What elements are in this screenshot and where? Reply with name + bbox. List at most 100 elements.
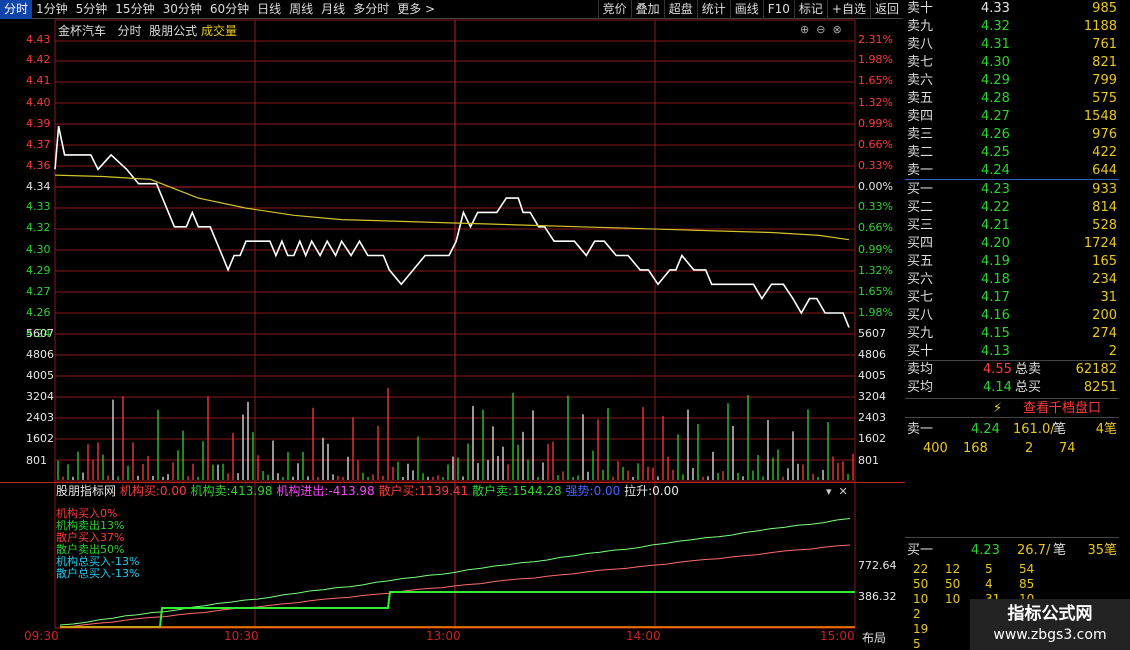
side-info-strip [1119,0,1130,650]
level-label: 买三 [907,218,934,233]
sell-level-row[interactable]: 卖八 4.31 761 [905,36,1119,54]
level-volume: 422 [1092,145,1117,160]
queue-item: 50 [913,577,929,591]
volume-axis-label: 801 [858,454,879,467]
level-volume: 821 [1092,55,1117,70]
buy-level-row[interactable]: 买六 4.18 234 [905,271,1119,289]
price-axis-label: 4.34 [26,180,51,193]
time-label: 13:00 [426,629,461,643]
queue-item: 74 [1059,441,1076,456]
queue-buy-row: 22 12 5 54 [905,562,1119,577]
queue-sell-label: 卖一 [907,422,934,437]
volume-axis-label: 5607 [858,327,886,340]
avg-sell-row: 卖均 4.55 总卖 62182 [905,361,1119,379]
level-price: 4.18 [981,272,1010,287]
queue-divider [905,537,1119,538]
inst-sell-label: 机构卖: [190,484,231,498]
price-axis-label: 4.37 [26,138,51,151]
level-price: 4.17 [981,290,1010,305]
level-label: 卖五 [907,91,934,106]
buy-level-row[interactable]: 买九 4.15 274 [905,325,1119,343]
queue-item: 4 [985,577,993,591]
volume-axis-label: 3204 [858,390,886,403]
volume-axis-label: 5607 [26,327,54,340]
queue-sell-price: 4.24 [971,422,1000,437]
inst-net-label: 机构进出: [276,484,329,498]
buy-level-row[interactable]: 买七 4.17 31 [905,289,1119,307]
pct-axis-label: 0.66% [858,221,893,234]
sell-level-row[interactable]: 卖一 4.24 644 [905,162,1119,180]
level-label: 买七 [907,290,934,305]
volume-axis-label: 4005 [26,369,54,382]
time-label: 14:00 [626,629,661,643]
indicator-legend-item: 散户总买入-13% [56,567,140,580]
price-axis-label: 4.27 [26,285,51,298]
chart-canvas[interactable] [0,0,905,650]
ind-axis-label: 386.32 [858,590,897,603]
price-axis-label: 4.29 [26,264,51,277]
dropdown-icon[interactable]: ▾ [826,485,832,498]
queue-sell-count: 4笔 [1095,422,1117,437]
queue-item: 54 [1019,562,1035,576]
sell-level-row[interactable]: 卖九 4.32 1188 [905,18,1119,36]
queue-buy-price: 4.23 [971,543,1000,558]
volume-axis-label: 2403 [26,411,54,424]
queue-item: 12 [945,562,961,576]
qiandang-button[interactable]: ⚡ 查看千档盘口 [905,398,1119,418]
volume-axis-label: 1602 [26,432,54,445]
volume-axis-label: 4806 [26,348,54,361]
buy-level-row[interactable]: 买五 4.19 165 [905,253,1119,271]
level-volume: 2 [1108,344,1117,359]
inst-net-value: -413.98 [328,484,375,498]
pct-axis-label: 1.98% [858,53,893,66]
buy-level-row[interactable]: 买四 4.20 1724 [905,235,1119,253]
buy-level-row[interactable]: 买一 4.23 933 [905,181,1119,199]
queue-item: 10 [913,592,929,606]
level-volume: 234 [1092,272,1117,287]
queue-sell-header: 卖一 4.24 161.0/ 笔 4笔 [905,421,1119,439]
close-icon[interactable]: ✕ [839,485,848,498]
queue-buy-count: 35笔 [1087,543,1117,558]
level-label: 买十 [907,344,934,359]
volume-axis-label: 801 [26,454,47,467]
level-volume: 976 [1092,127,1117,142]
sell-level-row[interactable]: 卖三 4.26 976 [905,126,1119,144]
level-price: 4.33 [981,1,1010,16]
sell-level-row[interactable]: 卖五 4.28 575 [905,90,1119,108]
level-price: 4.21 [981,218,1010,233]
queue-buy-header: 买一 4.23 26.7/ 笔 35笔 [905,542,1119,560]
pull-label: 拉升: [624,484,653,498]
pct-axis-label: 1.32% [858,264,893,277]
sell-level-row[interactable]: 卖六 4.29 799 [905,72,1119,90]
queue-buy-unit: 笔 [1053,543,1067,558]
queue-sell-unit: 笔 [1053,422,1067,437]
buy-level-row[interactable]: 买十 4.13 2 [905,343,1119,361]
sell-level-row[interactable]: 卖十 4.33 985 [905,0,1119,18]
level-volume: 761 [1092,37,1117,52]
volume-axis-label: 3204 [26,390,54,403]
time-label: 10:30 [224,629,259,643]
queue-item: 19 [913,622,929,636]
queue-item: 5 [913,637,921,650]
level-price: 4.27 [981,109,1010,124]
sell-level-row[interactable]: 卖七 4.30 821 [905,54,1119,72]
sell-level-row[interactable]: 卖四 4.27 1548 [905,108,1119,126]
total-sell-label: 总卖 [1015,362,1042,377]
level-price: 4.30 [981,55,1010,70]
queue-sell-items: 400 168 2 74 [905,440,1119,458]
pct-axis-label: 0.99% [858,243,893,256]
avg-buy-value: 4.14 [983,380,1012,395]
buy-level-row[interactable]: 买二 4.22 814 [905,199,1119,217]
queue-item: 168 [963,441,988,456]
indicator-name: 股朋指标网 [56,484,117,498]
layout-button[interactable]: 布局 [862,629,886,646]
buy-level-row[interactable]: 买三 4.21 528 [905,217,1119,235]
buy-level-row[interactable]: 买八 4.16 200 [905,307,1119,325]
retail-buy-label: 散户买: [378,484,419,498]
level-volume: 528 [1092,218,1117,233]
pct-axis-label: 0.33% [858,200,893,213]
sell-level-row[interactable]: 卖二 4.25 422 [905,144,1119,162]
level-volume: 644 [1092,163,1117,178]
panel-divider [0,482,905,483]
pull-value: 0.00 [652,484,679,498]
